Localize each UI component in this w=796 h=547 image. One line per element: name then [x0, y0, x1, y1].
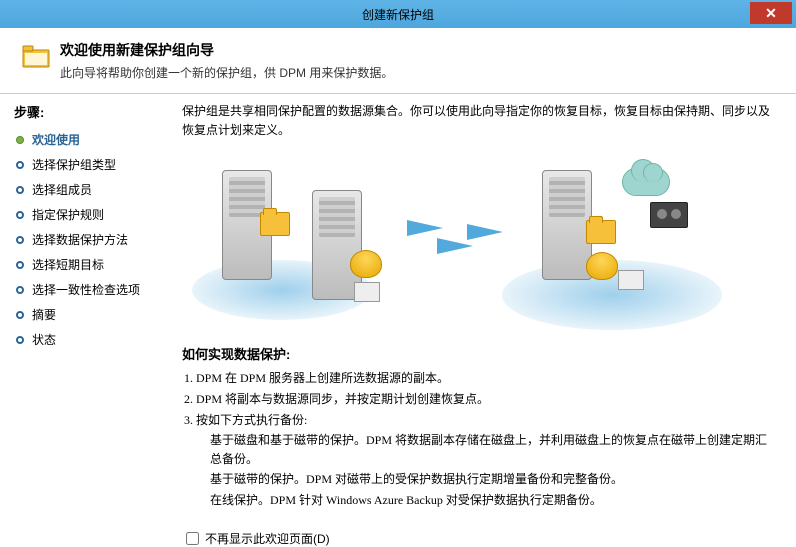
bullet-icon	[16, 186, 24, 194]
list-item: 1. DPM 在 DPM 服务器上创建所选数据源的副本。	[184, 369, 778, 388]
list-item: 3. 按如下方式执行备份:	[184, 411, 778, 430]
step-label: 欢迎使用	[32, 131, 80, 148]
close-icon: ✕	[765, 5, 777, 22]
steps-title: 步骤:	[14, 102, 164, 121]
step-short-term-goal[interactable]: 选择短期目标	[14, 252, 164, 277]
section-title: 如何实现数据保护:	[182, 344, 778, 363]
step-summary[interactable]: 摘要	[14, 302, 164, 327]
step-status[interactable]: 状态	[14, 327, 164, 352]
step-label: 选择一致性检查选项	[32, 281, 140, 298]
step-label: 指定保护规则	[32, 206, 104, 223]
bullet-icon	[16, 261, 24, 269]
suppress-welcome-row: 不再显示此欢迎页面(D)	[182, 530, 778, 547]
bullet-icon	[16, 336, 24, 344]
folder-icon	[22, 44, 50, 68]
page-subtitle: 此向导将帮助你创建一个新的保护组，供 DPM 用来保护数据。	[60, 64, 393, 81]
suppress-welcome-checkbox[interactable]	[186, 532, 199, 545]
window-title: 创建新保护组	[362, 6, 434, 23]
folder-icon	[586, 220, 616, 244]
step-select-method[interactable]: 选择数据保护方法	[14, 227, 164, 252]
suppress-welcome-label: 不再显示此欢迎页面(D)	[205, 530, 330, 547]
folder-icon	[260, 212, 290, 236]
wizard-header: 欢迎使用新建保护组向导 此向导将帮助你创建一个新的保护组，供 DPM 用来保护数…	[0, 28, 796, 89]
intro-text: 保护组是共享相同保护配置的数据源集合。你可以使用此向导指定你的恢复目标，恢复目标…	[182, 102, 778, 140]
content-pane: 保护组是共享相同保护配置的数据源集合。你可以使用此向导指定你的恢复目标，恢复目标…	[172, 94, 796, 528]
disk-icon	[586, 252, 618, 280]
list-subitem: 基于磁带的保护。DPM 对磁带上的受保护数据执行定期增量备份和完整备份。	[184, 470, 778, 489]
bullet-icon	[16, 136, 24, 144]
bullet-icon	[16, 211, 24, 219]
package-icon	[354, 282, 380, 302]
step-label: 选择组成员	[32, 181, 92, 198]
bullet-icon	[16, 311, 24, 319]
bullet-icon	[16, 161, 24, 169]
steps-sidebar: 步骤: 欢迎使用 选择保护组类型 选择组成员 指定保护规则 选择数据保护方法 选…	[0, 94, 172, 528]
step-label: 摘要	[32, 306, 56, 323]
list-item: 2. DPM 将副本与数据源同步，并按定期计划创建恢复点。	[184, 390, 778, 409]
step-label: 选择保护组类型	[32, 156, 116, 173]
close-button[interactable]: ✕	[750, 2, 792, 24]
step-select-group-type[interactable]: 选择保护组类型	[14, 152, 164, 177]
step-label: 状态	[32, 331, 56, 348]
bullet-icon	[16, 236, 24, 244]
tape-icon	[650, 202, 688, 228]
list-subitem: 在线保护。DPM 针对 Windows Azure Backup 对受保护数据执…	[184, 491, 778, 510]
step-select-members[interactable]: 选择组成员	[14, 177, 164, 202]
arrow-icon	[407, 220, 443, 236]
step-consistency-check[interactable]: 选择一致性检查选项	[14, 277, 164, 302]
arrow-icon	[437, 238, 473, 254]
disk-icon	[350, 250, 382, 278]
step-label: 选择数据保护方法	[32, 231, 128, 248]
illustration	[182, 150, 778, 330]
step-specify-rules[interactable]: 指定保护规则	[14, 202, 164, 227]
package-icon	[618, 270, 644, 290]
list-subitem: 基于磁盘和基于磁带的保护。DPM 将数据副本存储在磁盘上，并利用磁盘上的恢复点在…	[184, 431, 778, 468]
server-icon	[542, 170, 592, 280]
arrow-icon	[467, 224, 503, 240]
titlebar: 创建新保护组 ✕	[0, 0, 796, 28]
step-label: 选择短期目标	[32, 256, 104, 273]
step-welcome[interactable]: 欢迎使用	[14, 127, 164, 152]
page-title: 欢迎使用新建保护组向导	[60, 40, 393, 60]
bullet-icon	[16, 286, 24, 294]
cloud-icon	[622, 168, 670, 196]
instruction-list: 1. DPM 在 DPM 服务器上创建所选数据源的副本。 2. DPM 将副本与…	[182, 369, 778, 509]
